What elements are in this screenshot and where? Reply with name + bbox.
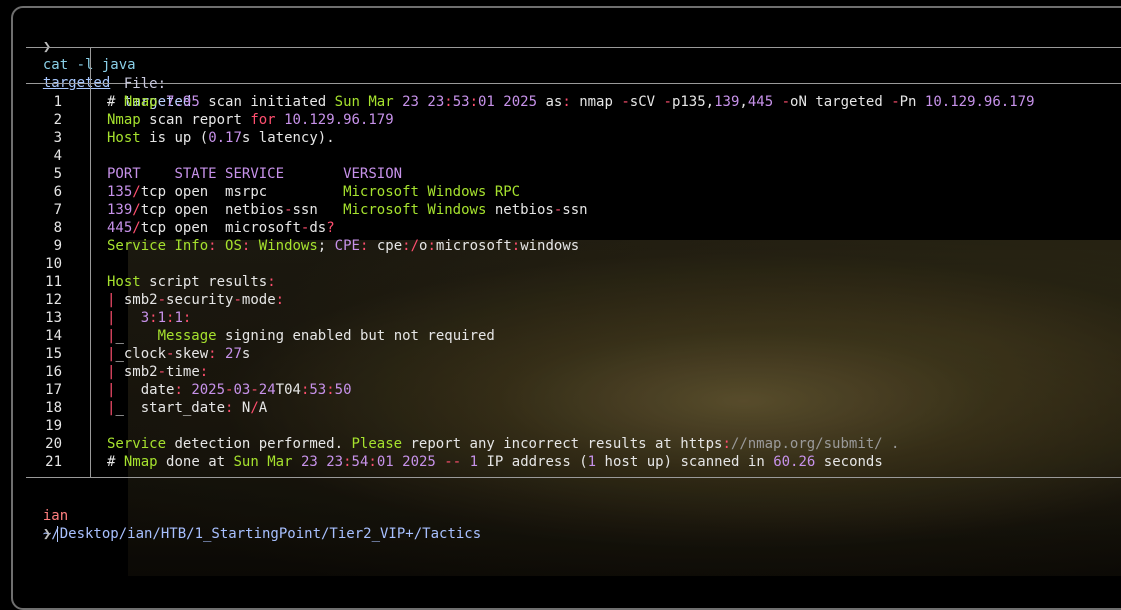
line-number: 17 (45, 382, 62, 398)
text-cursor (57, 526, 59, 542)
code-line: Nmap scan report for 10.129.96.179 (107, 112, 394, 128)
code-line: | date: 2025-03-24T04:53:50 (107, 382, 352, 398)
file-label: File: (123, 76, 167, 92)
line-number: 20 (45, 436, 62, 452)
line-number: 21 (45, 454, 62, 470)
shell-prompt: ian ~/Desktop/ian/HTB/1_StartingPoint/Ti… (26, 489, 481, 542)
code-line: |_clock-skew: 27s (107, 346, 251, 362)
code-line: | smb2-security-mode: (107, 292, 285, 308)
code-line: | 3:1:1: (107, 310, 192, 326)
input-line[interactable]: ❯ (26, 507, 59, 542)
line-number: 15 (45, 346, 62, 362)
line-number: 10 (45, 256, 62, 272)
line-number: 16 (45, 364, 62, 380)
command-line: ❯ cat -l java targeted (26, 20, 136, 91)
line-number: 3 (53, 130, 62, 146)
line-number-gutter: 1 2 3 4 5 6 7 8 9 10 11 12 13 14 15 16 1… (26, 93, 62, 471)
code-line: 445/tcp open microsoft-ds? (107, 220, 335, 236)
code-line: # Nmap done at Sun Mar 23 23:54:01 2025 … (107, 454, 883, 470)
line-number: 1 (53, 94, 62, 110)
header-bottom-rule (26, 83, 1121, 84)
code-line: PORT STATE SERVICE VERSION (107, 166, 403, 182)
header-top-rule (26, 47, 1121, 48)
code-line: |_ Message signing enabled but not requi… (107, 328, 495, 344)
line-number: 13 (45, 310, 62, 326)
line-number: 5 (53, 166, 62, 182)
shell-path: ~/Desktop/ian/HTB/1_StartingPoint/Tier2_… (42, 526, 482, 542)
code-line: Service Info: OS: Windows; CPE: cpe:/o:m… (107, 238, 580, 254)
code-line: Host is up (0.17s latency). (107, 130, 335, 146)
line-number: 4 (53, 148, 62, 164)
line-number: 18 (45, 400, 62, 416)
line-number: 2 (53, 112, 62, 128)
gutter-divider (90, 47, 91, 478)
code-line: 135/tcp open msrpc Microsoft Windows RPC (107, 184, 521, 200)
line-number: 19 (45, 418, 62, 434)
line-number: 11 (45, 274, 62, 290)
line-number: 7 (53, 202, 62, 218)
line-number: 9 (53, 238, 62, 254)
prompt-chevron-icon: ❯ (42, 526, 52, 542)
file-content: # Nmap 7.95 scan initiated Sun Mar 23 23… (107, 93, 1035, 471)
footer-rule (26, 477, 1121, 478)
code-line: Service detection performed. Please repo… (107, 436, 900, 452)
file-header: File: targeted (107, 57, 191, 110)
code-line: 139/tcp open netbios-ssn Microsoft Windo… (107, 202, 588, 218)
line-number: 14 (45, 328, 62, 344)
line-number: 8 (53, 220, 62, 236)
code-line: | smb2-time: (107, 364, 209, 380)
code-line: |_ start_date: N/A (107, 400, 268, 416)
line-number: 12 (45, 292, 62, 308)
line-number: 6 (53, 184, 62, 200)
code-line: Host script results: (107, 274, 276, 290)
code-line: # Nmap 7.95 scan initiated Sun Mar 23 23… (107, 94, 1035, 110)
